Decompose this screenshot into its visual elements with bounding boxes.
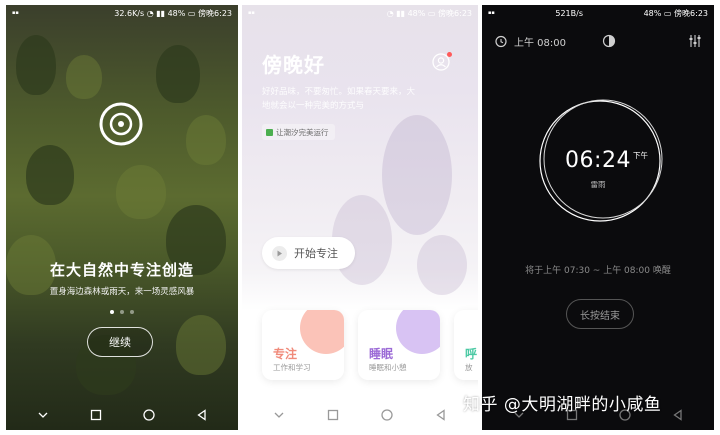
back-icon[interactable] <box>434 408 448 422</box>
alarm-time[interactable]: 上午 08:00 <box>514 34 566 49</box>
target-icon <box>99 102 143 146</box>
recent-apps-icon[interactable] <box>89 408 103 422</box>
card-title: 睡眠 <box>369 347 394 361</box>
screen-forest-intro: ▪▪ 32.6K/s ◔ ▮▮ 48% ▭ 傍晚6:23 在大自然中专注创造 置… <box>6 5 238 430</box>
greeting-title: 傍晚好 <box>262 53 325 77</box>
status-right: ◔ ▮▮ 48% ▭ 傍晚6:23 <box>386 8 472 18</box>
page-dot <box>120 310 124 314</box>
carrier: ▪▪ <box>248 10 255 16</box>
card-title: 专注 <box>273 347 298 361</box>
carrier: ▪▪ <box>488 10 495 16</box>
card-focus[interactable]: 专注 工作和学习 <box>262 310 344 380</box>
screen-sleep-alarm: ▪▪ 521B/s 48% ▭ 傍晚6:23 上午 08:00 06:24 下午… <box>482 5 714 430</box>
status-right: 48% ▭ 傍晚6:23 <box>643 8 708 18</box>
forest-texture <box>16 35 56 95</box>
net-speed: 521B/s <box>555 8 583 18</box>
forest-texture <box>66 55 102 99</box>
tag-icon <box>266 128 273 136</box>
card-subtitle: 睡眠和小憩 <box>369 363 407 372</box>
tag-label: 让潮汐完美运行 <box>276 127 329 137</box>
continue-button[interactable]: 继续 <box>87 327 153 357</box>
status-bar: ▪▪ 521B/s 48% ▭ 傍晚6:23 <box>482 5 714 21</box>
time-period: 下午 <box>633 151 648 160</box>
forest-texture <box>186 115 226 165</box>
timer-icon[interactable] <box>602 34 616 48</box>
status-bar: ▪▪ 32.6K/s ◔ ▮▮ 48% ▭ 傍晚6:23 <box>6 5 238 21</box>
alarm-clock-icon[interactable] <box>494 34 508 48</box>
recent-apps-icon[interactable] <box>326 408 340 422</box>
watermark: 知乎 @大明湖畔的小咸鱼 <box>463 395 662 415</box>
forest-texture <box>116 165 166 219</box>
weather-label: 雷雨 <box>590 180 606 189</box>
page-indicator <box>6 310 238 314</box>
notification-dot <box>447 52 452 57</box>
intro-subtitle: 置身海边森林或雨天，来一场灵感风暴 <box>49 287 195 297</box>
carrier: ▪▪ <box>12 10 19 16</box>
card-blob <box>300 310 344 354</box>
end-hold-button[interactable]: 长按结束 <box>566 299 634 329</box>
current-time: 06:24 <box>565 148 631 173</box>
page-dot-active <box>110 310 114 314</box>
status-bar: ▪▪ ◔ ▮▮ 48% ▭ 傍晚6:23 <box>242 5 478 21</box>
card-breathe[interactable]: 呼 放 <box>454 310 478 380</box>
intro-title: 在大自然中专注创造 <box>49 261 194 279</box>
play-icon <box>272 245 287 261</box>
back-icon[interactable] <box>195 408 209 422</box>
forest-texture <box>176 315 226 375</box>
home-icon[interactable] <box>380 408 394 422</box>
system-nav-bar <box>6 400 238 430</box>
forest-texture <box>156 45 200 103</box>
flower-texture <box>382 115 452 235</box>
settings-sliders-icon[interactable] <box>688 34 702 48</box>
top-toolbar: 上午 08:00 <box>494 31 702 51</box>
back-icon[interactable] <box>671 408 685 422</box>
start-focus-label: 开始专注 <box>294 247 338 260</box>
home-icon[interactable] <box>142 408 156 422</box>
flower-texture <box>417 235 467 295</box>
screen-home: ▪▪ ◔ ▮▮ 48% ▭ 傍晚6:23 傍晚好 好好品味，不要匆忙。如果春天要… <box>242 5 478 430</box>
card-title: 呼 <box>465 347 478 361</box>
chevron-down-icon[interactable] <box>36 408 50 422</box>
status-right: 32.6K/s ◔ ▮▮ 48% ▭ 傍晚6:23 <box>114 8 232 18</box>
page-dot <box>130 310 134 314</box>
card-subtitle: 工作和学习 <box>273 363 311 372</box>
card-sleep[interactable]: 睡眠 睡眠和小憩 <box>358 310 440 380</box>
card-subtitle: 放 <box>465 363 473 372</box>
forest-texture <box>26 145 74 205</box>
start-focus-button[interactable]: 开始专注 <box>262 237 355 269</box>
wake-window-note: 将于上午 07:30 ~ 上午 08:00 唤醒 <box>525 266 671 276</box>
system-nav-bar <box>242 400 478 430</box>
chevron-down-icon[interactable] <box>272 408 286 422</box>
card-blob <box>396 310 440 354</box>
daily-quote: 好好品味，不要匆忙。如果春天要来，大地就会以一种完美的方式与 <box>262 87 416 111</box>
tag-chip[interactable]: 让潮汐完美运行 <box>262 124 335 140</box>
